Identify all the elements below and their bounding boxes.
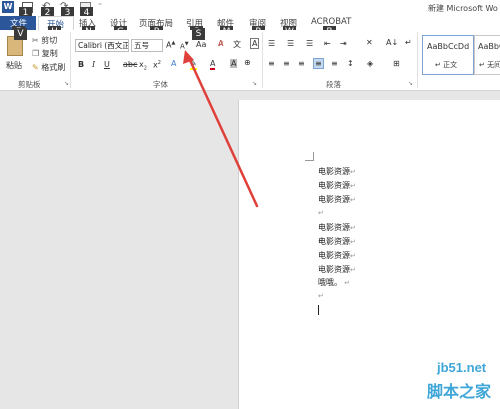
annotation-arrow	[183, 50, 259, 208]
watermark-domain: jb51.net	[437, 360, 487, 375]
watermark-site: 脚本之家	[427, 382, 492, 401]
watermark: jb51.net 脚本之家	[423, 360, 500, 409]
